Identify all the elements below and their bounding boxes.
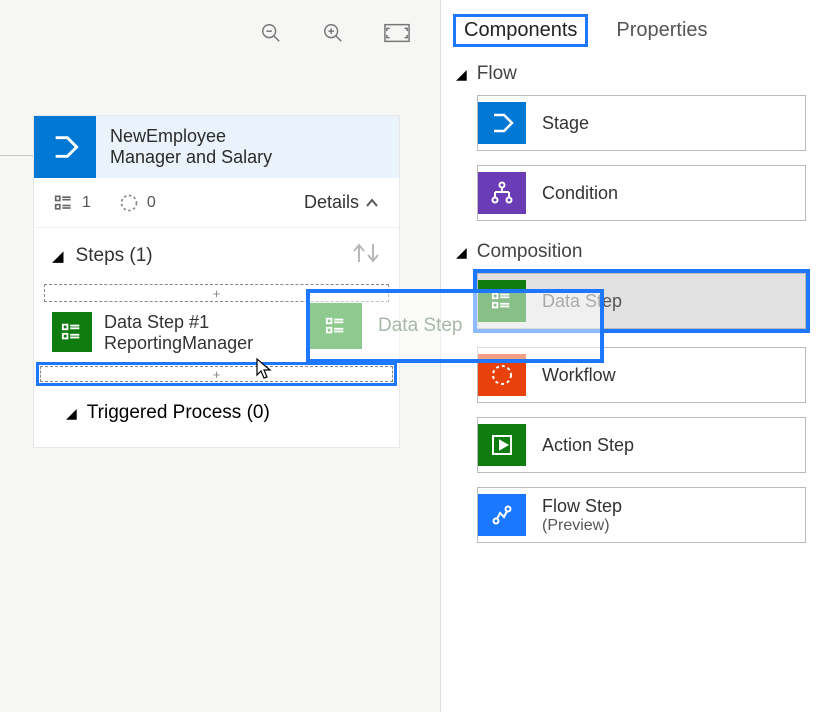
component-action-step[interactable]: Action Step (477, 417, 806, 473)
stage-icon (478, 102, 526, 144)
section-flow[interactable]: ◢ Flow (441, 57, 820, 95)
expand-triangle-icon[interactable]: ◢ (52, 247, 64, 265)
stage-card[interactable]: NewEmployee Manager and Salary 1 0 Detai… (33, 115, 400, 448)
workflow-icon (478, 354, 526, 396)
step-title: Data Step #1 (104, 312, 381, 333)
drop-zone-before[interactable]: + (44, 284, 389, 302)
component-workflow[interactable]: Workflow (477, 347, 806, 403)
drop-zone-after[interactable]: + (36, 362, 397, 386)
zoom-in-icon[interactable] (322, 22, 344, 50)
component-data-step[interactable]: Data Step (477, 273, 806, 329)
component-condition[interactable]: Condition (477, 165, 806, 221)
data-step-icon (52, 312, 92, 352)
triggered-process-header[interactable]: ◢ Triggered Process (0) (34, 390, 399, 432)
steps-count-stat: 1 (54, 193, 91, 213)
flow-step-icon (478, 494, 526, 536)
data-step-item[interactable]: Data Step #1 ReportingManager (34, 308, 399, 360)
component-stage[interactable]: Stage (477, 95, 806, 151)
component-flow-step[interactable]: Flow Step (Preview) (477, 487, 806, 543)
reorder-icon[interactable] (351, 242, 381, 270)
tab-components[interactable]: Components (453, 14, 588, 47)
steps-header: Steps (1) (76, 245, 153, 267)
section-composition[interactable]: ◢ Composition (441, 235, 820, 273)
step-subtitle: ReportingManager (104, 333, 381, 354)
action-step-icon (478, 424, 526, 466)
data-step-icon (478, 280, 526, 322)
workflow-count-stat: 0 (119, 193, 156, 213)
condition-icon (478, 172, 526, 214)
fit-screen-icon[interactable] (384, 23, 410, 49)
zoom-out-icon[interactable] (260, 22, 282, 50)
details-toggle[interactable]: Details (304, 192, 379, 213)
stage-name: NewEmployee (110, 126, 272, 147)
stage-chevron-icon (34, 116, 96, 178)
tab-properties[interactable]: Properties (616, 14, 707, 47)
stage-subtitle: Manager and Salary (110, 147, 272, 168)
